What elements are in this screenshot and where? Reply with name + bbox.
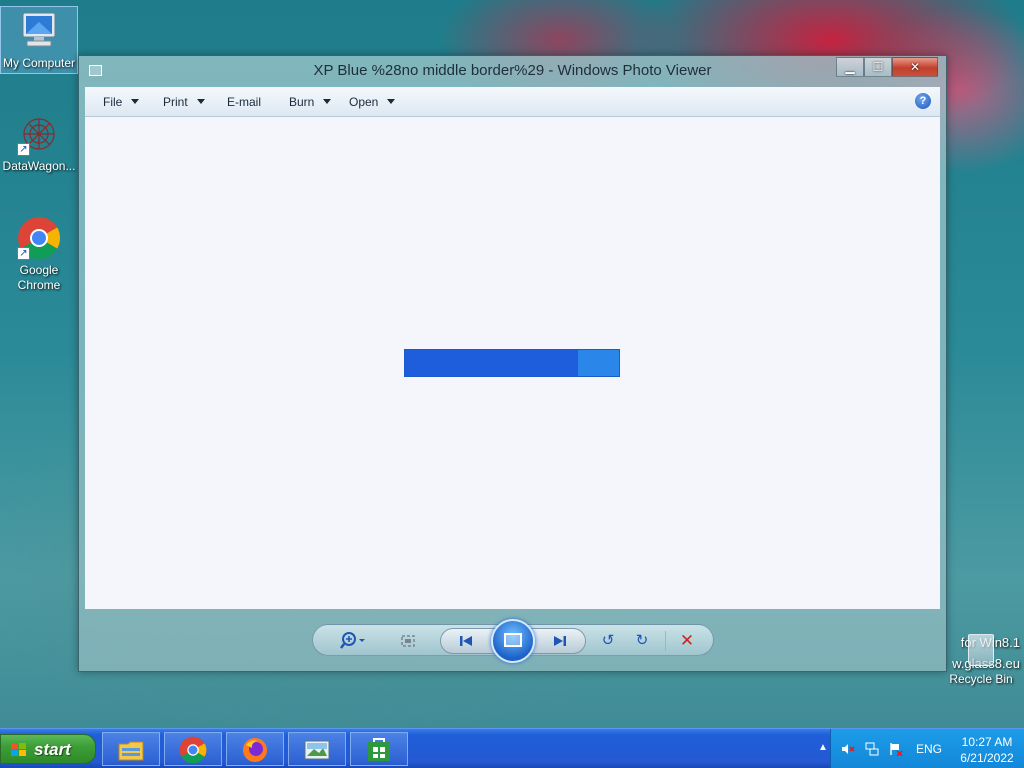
menu-label: Burn: [289, 95, 315, 109]
slideshow-icon: [504, 633, 522, 647]
previous-icon: [457, 636, 475, 655]
chevron-down-icon: [196, 99, 205, 104]
action-center-icon[interactable]: [889, 742, 903, 757]
volume-muted-icon[interactable]: [841, 742, 855, 756]
taskbar-app-file-explorer[interactable]: [102, 732, 160, 766]
menu-open[interactable]: Open: [349, 95, 396, 109]
zoom-button[interactable]: [337, 631, 371, 651]
zoom-icon: [340, 632, 368, 655]
taskbar-app-photo-viewer[interactable]: [288, 732, 346, 766]
playback-controls: ↺ ↻ ✕: [312, 619, 714, 663]
loading-progress-bar: [404, 349, 620, 377]
rotate-left-icon: ↺: [601, 632, 615, 649]
chevron-down-icon: [323, 99, 332, 104]
taskbar-app-chrome[interactable]: [164, 732, 222, 766]
menu-bar: File Print E-mail Burn Open ?: [85, 87, 940, 117]
menu-burn[interactable]: Burn: [289, 95, 332, 109]
menu-email[interactable]: E-mail: [227, 95, 261, 109]
menu-label: Open: [349, 95, 379, 109]
recycle-bin-icon: [968, 634, 994, 666]
next-button[interactable]: [547, 631, 573, 651]
minimize-icon: ▁: [845, 60, 855, 74]
chevron-down-icon: [387, 99, 396, 104]
menu-print[interactable]: Print: [163, 95, 205, 109]
firefox-icon: [241, 736, 269, 764]
title-bar[interactable]: XP Blue %28no middle border%29 - Windows…: [79, 56, 946, 86]
start-button[interactable]: start: [0, 734, 96, 764]
clock-time[interactable]: 10:27 AM: [956, 735, 1018, 749]
show-hidden-icons-button[interactable]: ▲: [818, 742, 832, 756]
datawagon-icon: ↗: [17, 112, 61, 156]
rotate-right-button[interactable]: ↻: [631, 631, 653, 651]
window-title: XP Blue %28no middle border%29 - Windows…: [313, 62, 712, 79]
actual-size-button[interactable]: [397, 631, 419, 651]
store-icon: [365, 736, 393, 764]
desktop-icon-my-computer[interactable]: My Computer: [0, 6, 78, 74]
taskbar-app-store[interactable]: [350, 732, 408, 766]
next-icon: [551, 636, 569, 655]
menu-label: E-mail: [227, 95, 262, 109]
start-label: start: [34, 740, 71, 759]
help-button[interactable]: ?: [915, 93, 931, 109]
chrome-icon: [179, 736, 207, 764]
clock-date[interactable]: 6/21/2022: [951, 751, 1023, 765]
slideshow-button[interactable]: [491, 619, 535, 663]
desktop-icon-recycle-bin[interactable]: Recycle Bin: [941, 628, 1021, 686]
delete-button[interactable]: ✕: [675, 631, 699, 651]
desktop-icon-label: Google Chrome: [17, 263, 61, 292]
maximize-button[interactable]: ☐: [864, 57, 892, 77]
taskbar-app-firefox[interactable]: [226, 732, 284, 766]
rotate-right-icon: ↻: [635, 632, 649, 649]
menu-label: Print: [163, 95, 188, 109]
system-tray: ▲ ENG 10:27 AM 6/21/2022: [818, 729, 1024, 768]
shortcut-arrow-icon: ↗: [17, 247, 30, 260]
desktop-icon-label: My Computer: [2, 56, 76, 70]
menu-file[interactable]: File: [103, 95, 140, 109]
shortcut-arrow-icon: ↗: [17, 143, 30, 156]
close-icon: ✕: [909, 60, 921, 74]
photo-viewer-icon: [303, 736, 331, 764]
computer-icon: [17, 9, 61, 53]
actual-size-icon: [399, 635, 417, 655]
desktop-icon-label: Recycle Bin: [949, 672, 1013, 686]
chrome-icon: ↗: [17, 216, 61, 260]
minimize-button[interactable]: ▁: [836, 57, 864, 77]
image-viewport: [85, 117, 940, 609]
desktop-icon-datawagon[interactable]: ↗ DataWagon...: [0, 112, 78, 174]
previous-button[interactable]: [453, 631, 479, 651]
desktop-icon-google-chrome[interactable]: ↗ Google Chrome: [0, 216, 78, 293]
language-indicator[interactable]: ENG: [916, 742, 942, 756]
network-icon[interactable]: [865, 742, 879, 756]
maximize-icon: ☐: [872, 60, 884, 74]
help-icon: ?: [919, 95, 927, 107]
menu-label: File: [103, 95, 123, 109]
photo-viewer-window: XP Blue %28no middle border%29 - Windows…: [78, 55, 947, 672]
rotate-left-button[interactable]: ↺: [597, 631, 619, 651]
windows-logo-icon: [11, 743, 27, 757]
close-button[interactable]: ✕: [892, 57, 938, 77]
progress-fill: [405, 350, 579, 376]
delete-icon: ✕: [679, 631, 695, 650]
taskbar: start ▲ ENG 10:27 AM 6/21/2022: [0, 728, 1024, 768]
chevron-down-icon: [131, 99, 140, 104]
desktop-icon-label: DataWagon...: [2, 159, 76, 173]
folder-icon: [117, 736, 145, 764]
toolbar-divider: [665, 631, 666, 651]
